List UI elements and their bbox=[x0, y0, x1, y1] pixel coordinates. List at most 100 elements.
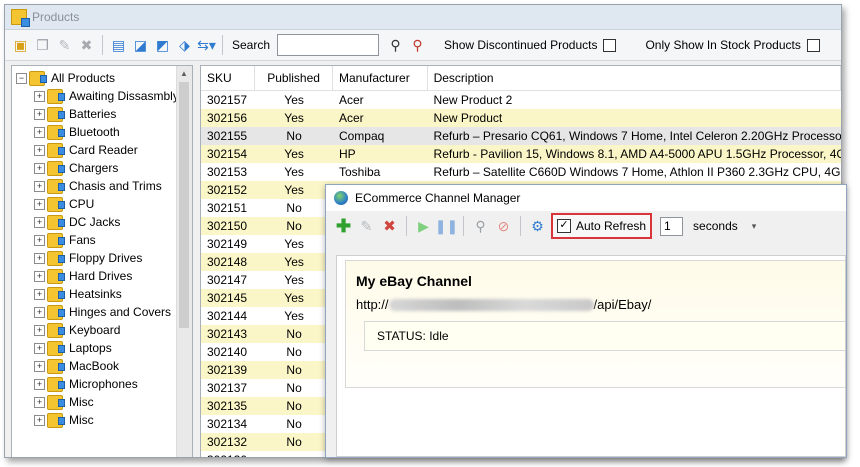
tree-item[interactable]: + Laptops bbox=[12, 339, 192, 357]
settings-icon[interactable]: ⚙ bbox=[528, 217, 547, 236]
folder-icon bbox=[47, 214, 65, 230]
only-in-stock-checkbox[interactable] bbox=[806, 38, 820, 52]
show-discontinued-checkbox[interactable] bbox=[603, 38, 617, 52]
find-next-icon[interactable]: ⚲ bbox=[408, 36, 427, 55]
expand-icon[interactable]: + bbox=[34, 342, 45, 354]
auto-refresh-highlight[interactable]: ✓ Auto Refresh bbox=[551, 213, 653, 239]
cell-sku: 302134 bbox=[207, 417, 248, 431]
tree-item[interactable]: + Batteries bbox=[12, 105, 192, 123]
expand-icon[interactable]: + bbox=[34, 234, 45, 246]
expand-icon[interactable]: + bbox=[34, 162, 45, 174]
edit-category-icon[interactable]: ◪ bbox=[131, 36, 150, 55]
scroll-up-icon[interactable]: ▲ bbox=[180, 69, 188, 78]
refresh-interval-input[interactable]: 1 bbox=[660, 216, 684, 236]
delete-category-icon[interactable]: ◩ bbox=[153, 36, 172, 55]
expand-icon[interactable]: + bbox=[34, 378, 45, 390]
cell-sku: 302140 bbox=[207, 345, 248, 359]
only-in-stock-toggle[interactable]: Only Show In Stock Products bbox=[645, 38, 820, 52]
tree-item[interactable]: + Chargers bbox=[12, 159, 192, 177]
expand-icon[interactable]: + bbox=[34, 252, 45, 264]
tree-item[interactable]: + Heatsinks bbox=[12, 285, 192, 303]
category-tree-list: − All Products + Awaiting Dissasmbly + Batter… bbox=[12, 66, 192, 429]
tree-item[interactable]: + Awaiting Dissasmbly bbox=[12, 87, 192, 105]
folder-icon bbox=[47, 340, 65, 356]
tree-root[interactable]: − All Products bbox=[12, 69, 192, 87]
tree-item[interactable]: + Misc bbox=[12, 393, 192, 411]
edit-icon[interactable]: ✎ bbox=[55, 36, 74, 55]
expand-icon[interactable]: + bbox=[34, 324, 45, 336]
expand-icon[interactable]: + bbox=[34, 216, 45, 228]
search-icon[interactable]: ⚲ bbox=[471, 217, 490, 236]
toolbar-separator bbox=[463, 216, 464, 236]
find-icon[interactable]: ⚲ bbox=[386, 36, 405, 55]
dialog-toolbar: ✚ ✎ ✖ ▶ ❚❚ ⚲ ⊘ ⚙ ✓ Auto Refresh 1 second… bbox=[326, 211, 846, 241]
add-channel-icon[interactable]: ✚ bbox=[334, 216, 353, 236]
tree-item-label: MacBook bbox=[69, 359, 120, 373]
column-header-sku[interactable]: SKU bbox=[201, 66, 256, 90]
expand-icon[interactable]: + bbox=[34, 180, 45, 192]
export-dropdown-icon[interactable]: ⇆▾ bbox=[197, 36, 216, 55]
cell-sku: 302151 bbox=[207, 201, 248, 215]
table-row[interactable]: 302157 Yes Acer New Product 2 bbox=[201, 91, 841, 109]
cell-manufacturer: Toshiba bbox=[338, 165, 381, 179]
expand-icon[interactable]: + bbox=[34, 108, 45, 120]
expand-icon[interactable]: + bbox=[34, 288, 45, 300]
folder-icon bbox=[29, 70, 47, 86]
table-row[interactable]: 302156 Yes Acer New Product bbox=[201, 109, 841, 127]
tree-item[interactable]: + Hard Drives bbox=[12, 267, 192, 285]
delete-channel-icon[interactable]: ✖ bbox=[380, 217, 399, 236]
stop-icon[interactable]: ⊘ bbox=[494, 217, 513, 236]
pause-icon[interactable]: ❚❚ bbox=[435, 217, 458, 236]
tree-item[interactable]: + Microphones bbox=[12, 375, 192, 393]
expand-icon[interactable]: + bbox=[34, 198, 45, 210]
collapse-icon[interactable]: − bbox=[16, 72, 27, 84]
show-discontinued-toggle[interactable]: Show Discontinued Products bbox=[444, 38, 617, 52]
cell-published: No bbox=[286, 417, 302, 431]
table-row[interactable]: 302155 No Compaq Refurb – Presario CQ61, Wi… bbox=[201, 127, 841, 145]
channel-card[interactable]: My eBay Channel http:// /api/Ebay/ STATU… bbox=[345, 260, 845, 388]
tree-item[interactable]: + Keyboard bbox=[12, 321, 192, 339]
table-row[interactable]: 302153 Yes Toshiba Refurb – Satellite C660D… bbox=[201, 163, 841, 181]
auto-refresh-checkbox[interactable]: ✓ bbox=[557, 219, 571, 233]
expand-icon[interactable]: + bbox=[34, 270, 45, 282]
scrollbar-thumb[interactable] bbox=[179, 82, 189, 328]
tree-item[interactable]: + Bluetooth bbox=[12, 123, 192, 141]
move-category-icon[interactable]: ⬗ bbox=[175, 36, 194, 55]
copy-product-icon[interactable]: ❐ bbox=[33, 36, 52, 55]
expand-icon[interactable]: + bbox=[34, 144, 45, 156]
category-tree: − All Products + Awaiting Dissasmbly + Batter… bbox=[11, 65, 193, 457]
column-header-description[interactable]: Description bbox=[428, 66, 841, 90]
tree-item[interactable]: + DC Jacks bbox=[12, 213, 192, 231]
tree-item[interactable]: + Misc bbox=[12, 411, 192, 429]
tree-item[interactable]: + Card Reader bbox=[12, 141, 192, 159]
expand-icon[interactable]: + bbox=[34, 396, 45, 408]
expand-icon[interactable]: + bbox=[34, 306, 45, 318]
table-row[interactable]: 302154 Yes HP Refurb - Pavilion 15, Windows… bbox=[201, 145, 841, 163]
tree-item[interactable]: + Chasis and Trims bbox=[12, 177, 192, 195]
delete-icon[interactable]: ✖ bbox=[77, 36, 96, 55]
expand-icon[interactable]: + bbox=[34, 126, 45, 138]
expand-icon[interactable]: + bbox=[34, 414, 45, 426]
tree-item[interactable]: + MacBook bbox=[12, 357, 192, 375]
tree-item[interactable]: + Hinges and Covers bbox=[12, 303, 192, 321]
column-header-manufacturer[interactable]: Manufacturer bbox=[333, 66, 428, 90]
expand-icon[interactable]: + bbox=[34, 360, 45, 372]
column-header-published[interactable]: Published bbox=[255, 66, 333, 90]
tree-item-label: DC Jacks bbox=[69, 215, 121, 229]
add-category-icon[interactable]: ▤ bbox=[109, 36, 128, 55]
add-product-icon[interactable]: ▣ bbox=[11, 36, 30, 55]
play-icon[interactable]: ▶ bbox=[414, 217, 433, 236]
tree-item[interactable]: + Floppy Drives bbox=[12, 249, 192, 267]
overflow-chevron-icon[interactable]: ▾ bbox=[752, 221, 757, 232]
tree-item[interactable]: + Fans bbox=[12, 231, 192, 249]
ecommerce-channel-manager-dialog: ECommerce Channel Manager ✚ ✎ ✖ ▶ ❚❚ ⚲ ⊘… bbox=[325, 184, 847, 458]
cell-manufacturer: Compaq bbox=[338, 129, 385, 143]
tree-item[interactable]: + CPU bbox=[12, 195, 192, 213]
cell-sku: 302149 bbox=[207, 237, 248, 251]
expand-icon[interactable]: + bbox=[34, 90, 45, 102]
tree-scrollbar[interactable]: ▲ bbox=[176, 66, 192, 457]
cell-published: Yes bbox=[284, 237, 304, 251]
search-input[interactable] bbox=[277, 34, 380, 56]
tree-item-label: Bluetooth bbox=[69, 125, 120, 139]
edit-channel-icon[interactable]: ✎ bbox=[357, 217, 376, 236]
